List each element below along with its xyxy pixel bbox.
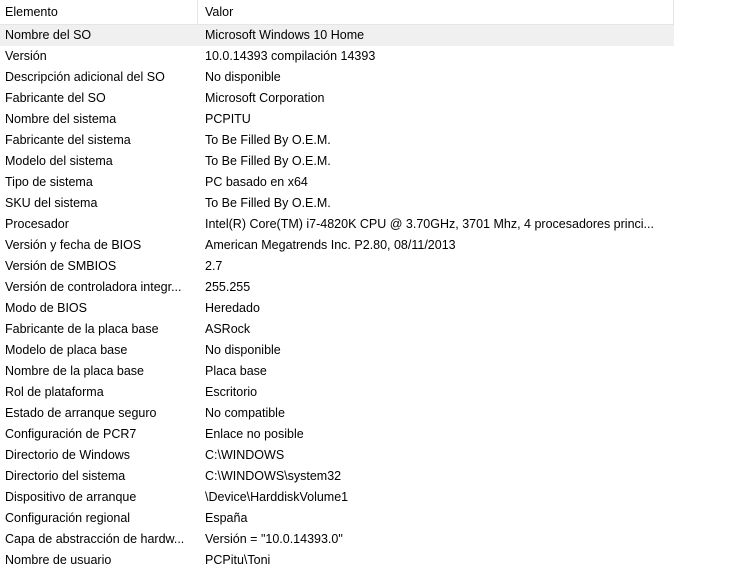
table-row[interactable]: Versión de SMBIOS 2.7 (0, 256, 749, 277)
table-row[interactable]: Nombre de la placa base Placa base (0, 361, 749, 382)
row-element-value: Versión = "10.0.14393.0" (205, 532, 343, 546)
row-element-name: Modelo del sistema (5, 154, 113, 168)
row-element-value: 2.7 (205, 259, 223, 273)
table-row[interactable]: Dispositivo de arranque \Device\HarddiskV… (0, 487, 749, 508)
table-row[interactable]: Versión 10.0.14393 compilación 14393 (0, 46, 749, 67)
row-element-value: To Be Filled By O.E.M. (205, 133, 331, 147)
row-element-value: PCPitu\Toni (205, 553, 271, 567)
row-element-value: C:\WINDOWS (205, 448, 285, 462)
table-row[interactable]: Configuración regional España (0, 508, 749, 529)
list-rows: Nombre del SO Microsoft Windows 10 Home Ve… (0, 25, 749, 571)
table-row[interactable]: Directorio del sistema C:\WINDOWS\system3… (0, 466, 749, 487)
row-element-name: Fabricante del sistema (5, 133, 131, 147)
table-row[interactable]: Nombre de usuario PCPitu\Toni (0, 550, 749, 571)
column-header-value[interactable]: Valor (199, 0, 674, 24)
row-element-value: 255.255 (205, 280, 251, 294)
row-element-value: España (205, 511, 248, 525)
row-element-value: No compatible (205, 406, 285, 420)
system-summary-list[interactable]: Elemento Valor Nombre del SO Microsoft Wi… (0, 0, 749, 575)
row-element-name: Nombre de usuario (5, 553, 112, 567)
table-row[interactable]: Descripción adicional del SO No disponibl… (0, 67, 749, 88)
table-row[interactable]: Rol de plataforma Escritorio (0, 382, 749, 403)
row-element-name: Rol de plataforma (5, 385, 104, 399)
table-row[interactable]: Modo de BIOS Heredado (0, 298, 749, 319)
row-element-name: Dispositivo de arranque (5, 490, 137, 504)
row-element-value: Escritorio (205, 385, 258, 399)
table-row[interactable]: Nombre del SO Microsoft Windows 10 Home (0, 25, 674, 46)
table-row[interactable]: Estado de arranque seguro No compatible (0, 403, 749, 424)
list-header: Elemento Valor (0, 0, 674, 25)
row-element-name: Directorio del sistema (5, 469, 126, 483)
row-element-value: Microsoft Corporation (205, 91, 325, 105)
row-element-name: Versión de SMBIOS (5, 259, 117, 273)
row-element-value: Intel(R) Core(TM) i7-4820K CPU @ 3.70GHz… (205, 217, 654, 231)
row-element-value: PC basado en x64 (205, 175, 308, 189)
row-element-name: SKU del sistema (5, 196, 98, 210)
row-element-name: Modo de BIOS (5, 301, 87, 315)
row-element-value: No disponible (205, 343, 281, 357)
column-header-element[interactable]: Elemento (0, 0, 198, 24)
row-element-name: Nombre del sistema (5, 112, 117, 126)
row-element-name: Procesador (5, 217, 69, 231)
row-element-name: Nombre del SO (5, 28, 92, 42)
row-element-name: Versión de controladora integr... (5, 280, 182, 294)
row-element-name: Versión y fecha de BIOS (5, 238, 142, 252)
table-row[interactable]: Versión de controladora integr... 255.255 (0, 277, 749, 298)
table-row[interactable]: Versión y fecha de BIOS American Megatren… (0, 235, 749, 256)
row-element-name: Fabricante de la placa base (5, 322, 159, 336)
row-element-value: 10.0.14393 compilación 14393 (205, 49, 376, 63)
table-row[interactable]: Fabricante del SO Microsoft Corporation (0, 88, 749, 109)
row-element-value: PCPITU (205, 112, 251, 126)
row-element-value: ASRock (205, 322, 251, 336)
row-element-name: Estado de arranque seguro (5, 406, 157, 420)
table-row[interactable]: Modelo de placa base No disponible (0, 340, 749, 361)
row-element-value: No disponible (205, 70, 281, 84)
row-element-name: Nombre de la placa base (5, 364, 144, 378)
row-element-name: Versión (5, 49, 47, 63)
row-element-value: To Be Filled By O.E.M. (205, 196, 331, 210)
table-row[interactable]: Directorio de Windows C:\WINDOWS (0, 445, 749, 466)
row-element-name: Directorio de Windows (5, 448, 131, 462)
row-element-value: \Device\HarddiskVolume1 (205, 490, 349, 504)
table-row[interactable]: Nombre del sistema PCPITU (0, 109, 749, 130)
table-row[interactable]: Procesador Intel(R) Core(TM) i7-4820K CPU… (0, 214, 749, 235)
table-row[interactable]: Capa de abstracción de hardw... Versión =… (0, 529, 749, 550)
row-element-name: Configuración de PCR7 (5, 427, 137, 441)
row-element-value: American Megatrends Inc. P2.80, 08/11/20… (205, 238, 456, 252)
row-element-value: To Be Filled By O.E.M. (205, 154, 331, 168)
table-row[interactable]: Tipo de sistema PC basado en x64 (0, 172, 749, 193)
row-element-value: Microsoft Windows 10 Home (205, 28, 365, 42)
row-element-name: Capa de abstracción de hardw... (5, 532, 185, 546)
table-row[interactable]: Configuración de PCR7 Enlace no posible (0, 424, 749, 445)
table-row[interactable]: Modelo del sistema To Be Filled By O.E.M. (0, 151, 749, 172)
table-row[interactable]: Fabricante de la placa base ASRock (0, 319, 749, 340)
row-element-name: Tipo de sistema (5, 175, 93, 189)
table-row[interactable]: Fabricante del sistema To Be Filled By O.… (0, 130, 749, 151)
row-element-name: Descripción adicional del SO (5, 70, 165, 84)
row-element-name: Configuración regional (5, 511, 131, 525)
row-element-value: Enlace no posible (205, 427, 304, 441)
row-element-value: Heredado (205, 301, 260, 315)
row-element-name: Fabricante del SO (5, 91, 106, 105)
row-element-name: Modelo de placa base (5, 343, 128, 357)
row-element-value: Placa base (205, 364, 267, 378)
table-row[interactable]: SKU del sistema To Be Filled By O.E.M. (0, 193, 749, 214)
row-element-value: C:\WINDOWS\system32 (205, 469, 342, 483)
